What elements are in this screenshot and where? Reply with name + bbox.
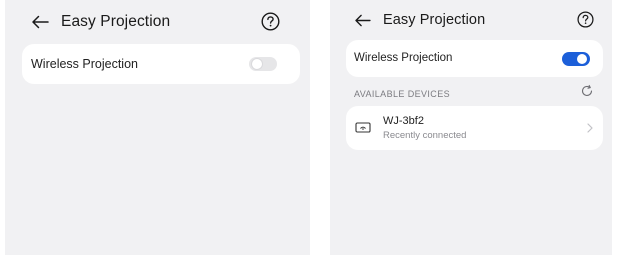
wireless-projection-label: Wireless Projection <box>31 57 138 71</box>
wireless-projection-toggle[interactable] <box>562 52 590 66</box>
help-icon <box>261 12 280 31</box>
page-title: Easy Projection <box>383 12 486 28</box>
device-status: Recently connected <box>383 130 467 141</box>
chevron-right-icon <box>587 123 593 133</box>
back-button[interactable] <box>28 10 52 34</box>
toggle-knob <box>577 54 587 64</box>
wireless-projection-row: Wireless Projection <box>22 44 300 84</box>
screen-wireless-off: Easy Projection Wireless Projection <box>5 0 310 255</box>
toggle-knob <box>252 59 262 69</box>
help-button[interactable] <box>575 9 596 30</box>
device-list-item[interactable]: WJ-3bf2 Recently connected <box>346 106 603 150</box>
wireless-projection-toggle[interactable] <box>249 57 277 71</box>
header: Easy Projection <box>330 6 612 34</box>
screen-wireless-on: Easy Projection Wireless Projection AVAI… <box>330 0 612 255</box>
refresh-icon[interactable] <box>580 84 594 98</box>
stage: Easy Projection Wireless Projection Easy… <box>0 0 617 255</box>
wireless-projection-label: Wireless Projection <box>354 52 453 64</box>
back-button[interactable] <box>350 8 374 32</box>
help-icon <box>577 11 594 28</box>
help-button[interactable] <box>260 11 281 32</box>
header: Easy Projection <box>5 8 310 36</box>
available-devices-heading: AVAILABLE DEVICES <box>354 89 451 99</box>
back-arrow-icon <box>354 14 371 26</box>
page-title: Easy Projection <box>61 13 171 30</box>
wireless-projection-row: Wireless Projection <box>346 40 603 77</box>
back-arrow-icon <box>32 15 49 29</box>
device-name: WJ-3bf2 <box>383 115 424 127</box>
tv-icon <box>355 122 371 133</box>
